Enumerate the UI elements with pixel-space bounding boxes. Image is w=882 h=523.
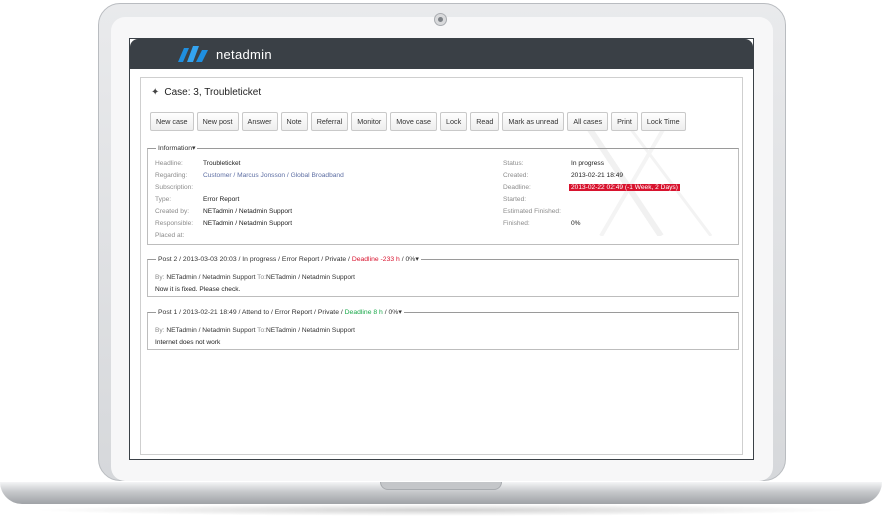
- case-panel: ✦ Case: 3, Troubleticket New case New po…: [140, 77, 743, 455]
- info-started: Started:: [503, 196, 527, 203]
- case-toolbar: New case New post Answer Note Referral M…: [150, 112, 686, 131]
- monitor-button[interactable]: Monitor: [351, 112, 388, 131]
- brand-name: netadmin: [216, 47, 272, 62]
- all-cases-button[interactable]: All cases: [567, 112, 609, 131]
- post-2-by: By: NETadmin / Netadmin Support To:NETad…: [155, 274, 356, 281]
- post-1: Post 1 / 2013-02-21 18:49 / Attend to / …: [147, 308, 739, 350]
- info-type: Type: Error Report: [155, 196, 240, 203]
- referral-button[interactable]: Referral: [310, 112, 349, 131]
- app-screen: netadmin ✦ Case: 3, Troubleticket New ca…: [129, 38, 754, 460]
- app-header: netadmin: [130, 39, 753, 69]
- info-subscription: Subscription:: [155, 184, 194, 191]
- move-case-button[interactable]: Move case: [390, 112, 437, 131]
- laptop-notch: [380, 482, 502, 490]
- chevron-down-icon: ▾: [192, 145, 196, 152]
- chevron-down-icon: ▾: [398, 309, 402, 316]
- note-button[interactable]: Note: [280, 112, 308, 131]
- camera-icon: [434, 13, 447, 26]
- netadmin-logo-icon: [178, 46, 208, 62]
- info-deadline: Deadline: 2013-02-22 02:49 (-1 Week, 2 D…: [503, 184, 680, 191]
- information-section: Information▾ Headline: Troubleticket Reg…: [147, 144, 739, 245]
- post-1-by: By: NETadmin / Netadmin Support To:NETad…: [155, 327, 356, 334]
- read-button[interactable]: Read: [470, 112, 500, 131]
- chevron-down-icon: ▾: [415, 256, 419, 263]
- info-placed-at: Placed at:: [155, 232, 185, 239]
- case-title-text: Case: 3, Troubleticket: [164, 87, 262, 98]
- lock-button[interactable]: Lock: [440, 112, 468, 131]
- information-legend[interactable]: Information▾: [156, 144, 197, 152]
- post-2: Post 2 / 2013-03-03 20:03 / In progress …: [147, 255, 739, 297]
- post-2-legend[interactable]: Post 2 / 2013-03-03 20:03 / In progress …: [156, 255, 421, 263]
- info-status: Status: In progress: [503, 160, 604, 167]
- info-regarding: Regarding: Customer / Marcus Jonsson / G…: [155, 172, 344, 179]
- post-1-legend[interactable]: Post 1 / 2013-02-21 18:49 / Attend to / …: [156, 308, 404, 316]
- info-responsible: Responsible: NETadmin / Netadmin Support: [155, 220, 293, 227]
- deadline-badge: 2013-02-22 02:49 (-1 Week, 2 Days): [569, 184, 680, 191]
- post-2-body: Now it is fixed. Please check.: [155, 286, 241, 293]
- mark-as-unread-button[interactable]: Mark as unread: [502, 112, 565, 131]
- info-created: Created: 2013-02-21 18:49: [503, 172, 624, 179]
- print-button[interactable]: Print: [611, 112, 638, 131]
- laptop-shadow: [30, 504, 852, 516]
- info-headline: Headline: Troubleticket: [155, 160, 241, 167]
- info-created-by: Created by: NETadmin / Netadmin Support: [155, 208, 293, 215]
- info-estimated-finished: Estimated Finished:: [503, 208, 561, 215]
- new-case-button[interactable]: New case: [150, 112, 194, 131]
- new-post-button[interactable]: New post: [196, 112, 239, 131]
- post-1-body: Internet does not work: [155, 339, 221, 346]
- pin-icon: ✦: [151, 87, 160, 98]
- regarding-link[interactable]: Customer / Marcus Jonsson / Global Broad…: [203, 172, 344, 179]
- info-finished: Finished: 0%: [503, 220, 581, 227]
- case-title: ✦ Case: 3, Troubleticket: [151, 87, 261, 98]
- lock-time-button[interactable]: Lock Time: [640, 112, 686, 131]
- answer-button[interactable]: Answer: [241, 112, 278, 131]
